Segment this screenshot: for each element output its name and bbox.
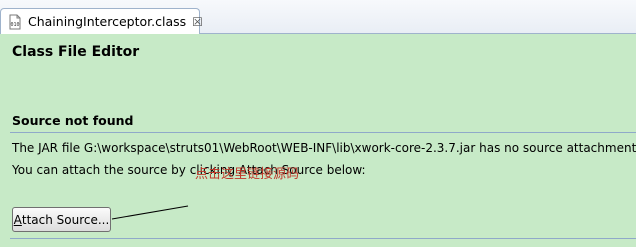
attach-button-label: ttach Source...: [21, 212, 110, 227]
editor-tab-bar: 010 ChainingInterceptor.class ☒: [0, 0, 636, 34]
annotation-text: 点击这里链接源码: [195, 167, 300, 182]
section-title-source-not-found: Source not found: [12, 113, 134, 128]
no-source-message: The JAR file G:\workspace\struts01\WebRo…: [12, 141, 636, 155]
class-file-icon: 010: [7, 14, 23, 30]
attach-button-mnemonic: A: [13, 212, 22, 227]
attach-source-button[interactable]: Attach Source...: [12, 207, 111, 232]
class-file-editor: Class File Editor Source not found The J…: [0, 34, 636, 247]
section-divider: [10, 132, 636, 133]
attach-instruction-message: You can attach the source by clicking At…: [12, 163, 366, 177]
close-icon[interactable]: ☒: [192, 16, 203, 28]
tab-chaining-interceptor-class[interactable]: 010 ChainingInterceptor.class ☒: [0, 8, 203, 34]
class-file-icon-text: 010: [10, 22, 19, 28]
bottom-divider: [10, 238, 636, 239]
tab-label: ChainingInterceptor.class: [28, 14, 187, 29]
page-title: Class File Editor: [12, 44, 140, 60]
